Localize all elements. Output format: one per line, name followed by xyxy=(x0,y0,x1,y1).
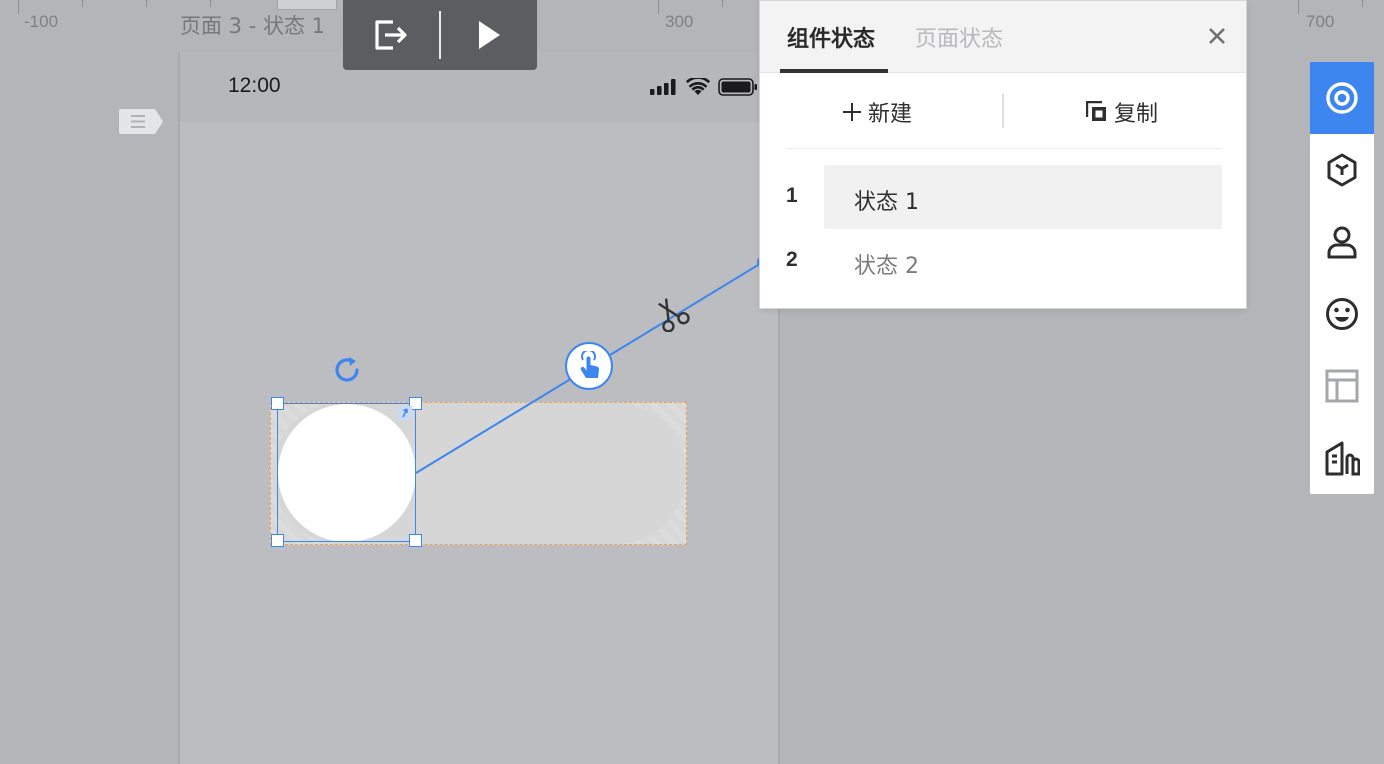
tab-page-state[interactable]: 页面状态 xyxy=(915,21,1003,53)
state-item-selected-bg: 状态 1 xyxy=(824,165,1222,229)
plus-icon xyxy=(843,103,861,121)
new-state-button[interactable]: 新建 xyxy=(842,96,912,128)
active-tab-indicator xyxy=(780,69,888,73)
play-button[interactable] xyxy=(441,0,537,70)
tap-gesture-icon xyxy=(580,351,600,378)
resize-handle-bottom-left[interactable] xyxy=(271,534,284,547)
right-toolbar xyxy=(1310,62,1374,494)
copy-state-button[interactable]: 复制 xyxy=(1086,96,1158,128)
emoji-icon xyxy=(1326,298,1358,330)
target-icon xyxy=(1326,82,1358,114)
tool-user[interactable] xyxy=(1310,206,1374,278)
close-icon xyxy=(1209,28,1225,44)
ruler-tick xyxy=(722,0,723,7)
wifi-icon xyxy=(686,78,710,95)
ruler-label: 300 xyxy=(665,12,694,31)
battery-icon xyxy=(718,78,757,96)
chart-buildings-icon xyxy=(1325,441,1360,476)
state-item[interactable]: 1 状态 1 xyxy=(786,165,1222,229)
ruler-tick xyxy=(18,0,19,14)
resize-handle-bottom-right[interactable] xyxy=(409,534,422,547)
tool-target[interactable] xyxy=(1310,62,1374,134)
ruler-tick xyxy=(146,0,147,7)
tool-emoji[interactable] xyxy=(1310,278,1374,350)
tool-layout[interactable] xyxy=(1310,350,1374,422)
rotate-icon[interactable] xyxy=(331,354,363,386)
copy-icon xyxy=(1086,101,1106,121)
state-label: 状态 2 xyxy=(854,254,919,279)
interaction-flag-icon xyxy=(398,406,412,420)
panel-header: 组件状态 页面状态 xyxy=(760,1,1246,73)
signal-icon xyxy=(650,79,676,95)
close-button[interactable] xyxy=(1204,23,1230,49)
state-panel: 组件状态 页面状态 新建 复制 1 状态 1 2 状态 2 xyxy=(759,0,1247,309)
state-item-bg: 状态 2 xyxy=(824,229,1222,293)
component-cube-icon xyxy=(1327,153,1357,187)
selection-box xyxy=(277,403,416,542)
tool-components[interactable] xyxy=(1310,134,1374,206)
copy-state-label: 复制 xyxy=(1114,102,1159,127)
state-index: 1 xyxy=(786,184,798,207)
ruler-label: -100 xyxy=(24,12,59,31)
ruler-tick xyxy=(1362,0,1363,7)
preview-toolbar xyxy=(343,0,537,70)
page-title: 页面 3 - 状态 1 xyxy=(180,14,326,38)
tool-charts[interactable] xyxy=(1310,422,1374,494)
tab-component-state[interactable]: 组件状态 xyxy=(787,21,875,53)
layout-icon xyxy=(1325,369,1359,403)
ruler-label: 700 xyxy=(1306,12,1335,31)
status-icons xyxy=(650,78,758,96)
status-time: 12:00 xyxy=(228,74,281,97)
trigger-badge[interactable] xyxy=(565,342,613,390)
user-icon xyxy=(1327,226,1357,259)
ruler-tick xyxy=(210,0,211,7)
layer-menu-tag[interactable] xyxy=(119,109,163,134)
exit-button[interactable] xyxy=(343,0,439,70)
state-label: 状态 1 xyxy=(854,190,919,215)
ruler-tick xyxy=(1298,0,1299,14)
ruler-tick xyxy=(658,0,659,14)
panel-actions: 新建 复制 xyxy=(786,74,1222,149)
actions-divider xyxy=(1002,94,1004,128)
resize-handle-top-left[interactable] xyxy=(271,397,284,410)
exit-icon xyxy=(375,20,407,50)
new-state-label: 新建 xyxy=(868,102,913,127)
ruler-viewport-handle[interactable] xyxy=(277,0,337,10)
scissors-icon[interactable] xyxy=(652,296,692,332)
ruler-tick xyxy=(82,0,83,7)
play-icon xyxy=(479,21,500,49)
state-item[interactable]: 2 状态 2 xyxy=(786,229,1222,293)
state-index: 2 xyxy=(786,248,798,271)
